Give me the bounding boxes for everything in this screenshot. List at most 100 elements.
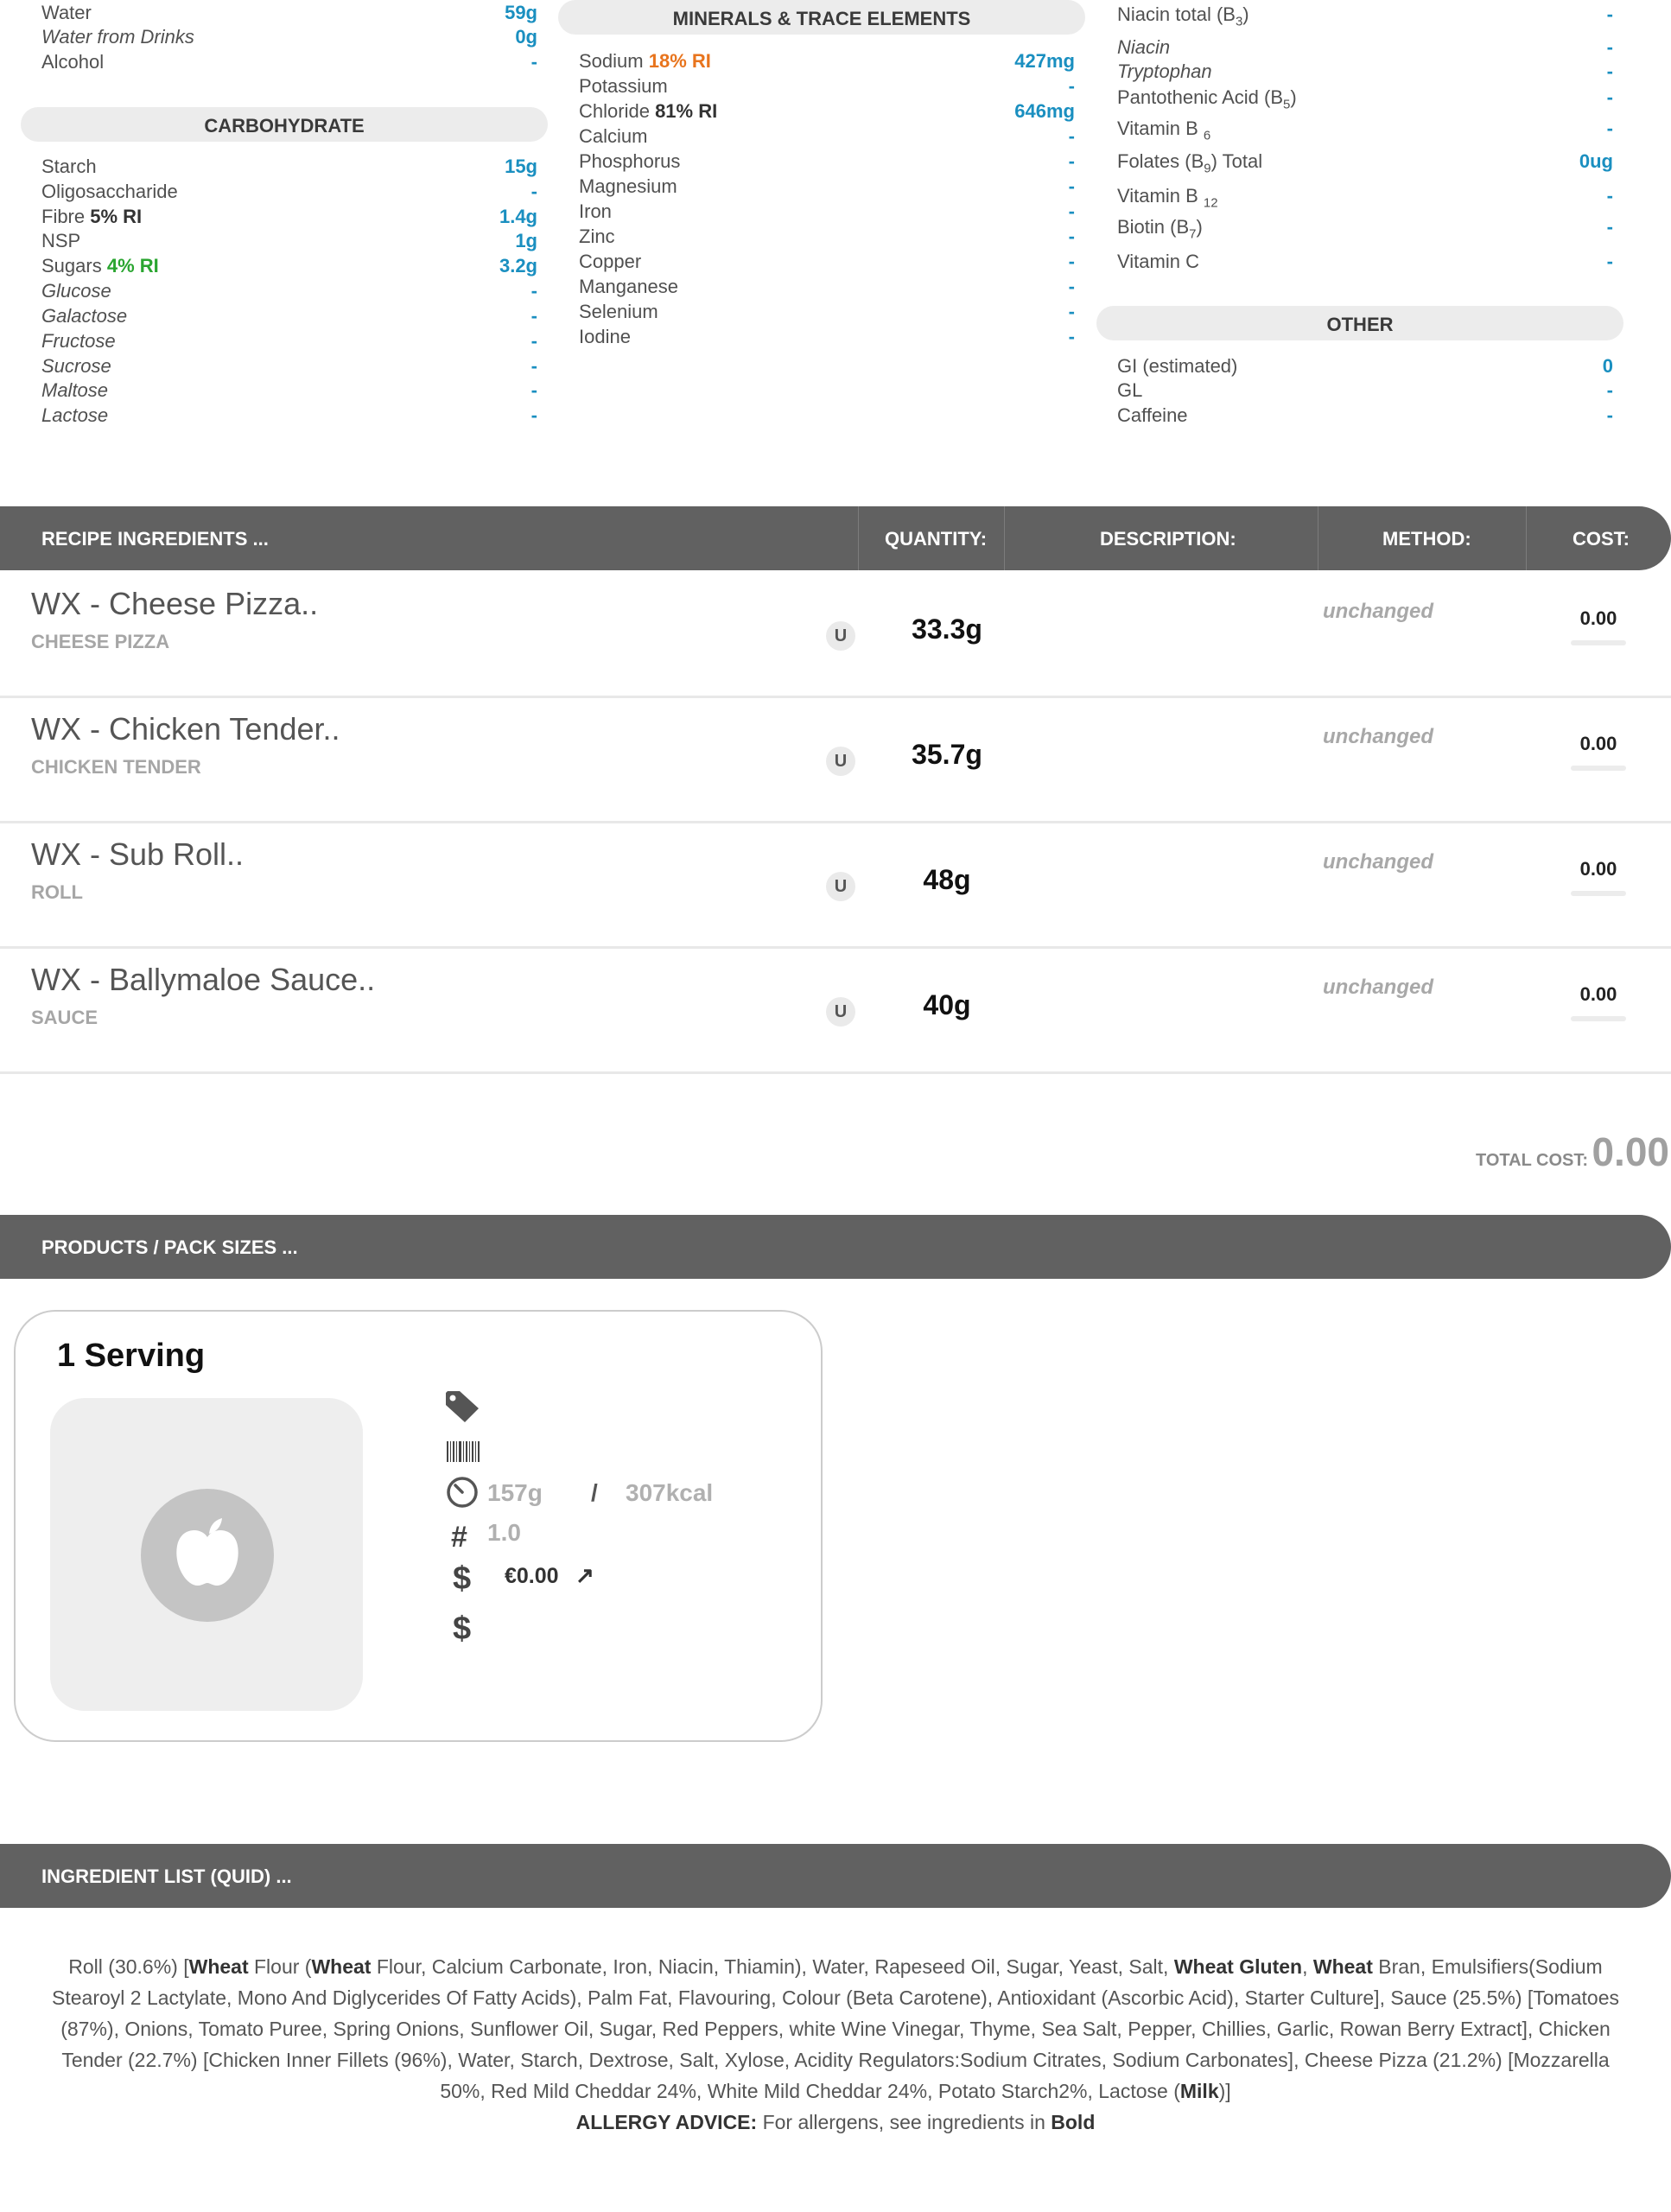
pack-price[interactable]: €0.00 [505, 1564, 559, 1589]
nutrient-label: Fibre [41, 206, 86, 227]
nutrient-name: Water [41, 0, 92, 25]
nutrient-name: Alcohol [41, 49, 104, 74]
nutrient-label-tail: ) [1196, 216, 1203, 238]
ingredient-title[interactable]: WX - Chicken Tender.. [31, 711, 340, 747]
unit-toggle-button[interactable]: U [826, 872, 855, 901]
ingredient-method[interactable]: unchanged [1323, 600, 1433, 624]
nutrient-row: Folates (B9) Total 0ug [1117, 149, 1613, 175]
nutrient-label: Vitamin B [1117, 185, 1204, 207]
nutrient-label: Sugars [41, 255, 102, 276]
total-cost: TOTAL COST: 0.00 [1476, 1128, 1669, 1175]
ingredient-row[interactable]: WX - Chicken Tender.. CHICKEN TENDER U 35.7… [0, 696, 1671, 823]
cost-input-underline [1571, 1016, 1626, 1021]
ingredient-title[interactable]: WX - Sub Roll.. [31, 836, 244, 873]
nutrient-value: - [531, 355, 537, 377]
nutrient-row: Sugars 4% RI 3.2g [41, 253, 537, 278]
nutrient-label: Alcohol [41, 51, 105, 73]
apple-icon [141, 1489, 274, 1622]
nutrient-row: GL - [1117, 378, 1613, 403]
nutrient-name: GL [1117, 378, 1142, 403]
nutrient-label: Magnesium [579, 175, 677, 197]
total-cost-value: 0.00 [1592, 1129, 1669, 1174]
allergen: Wheat [188, 1955, 249, 1978]
product-image-placeholder[interactable] [50, 1398, 363, 1711]
ingredient-row[interactable]: WX - Sub Roll.. ROLL U 48g unchanged 0.00 [0, 821, 1671, 949]
nutrient-subscript: 12 [1203, 195, 1218, 211]
ingredient-quantity[interactable]: 33.3g [895, 613, 999, 645]
nutrient-subscript: 6 [1203, 128, 1211, 143]
nutrient-name: Niacin [1117, 35, 1170, 60]
hash-icon: # [451, 1521, 467, 1554]
nutrient-name: Starch [41, 154, 97, 179]
nutrient-value: - [1606, 379, 1613, 401]
nutrient-name: Selenium [579, 299, 658, 324]
ingredient-title[interactable]: WX - Ballymaloe Sauce.. [31, 962, 375, 998]
unit-toggle-button[interactable]: U [826, 997, 855, 1027]
ingredient-method[interactable]: unchanged [1323, 976, 1433, 1000]
nutrient-name: Folates (B9) Total [1117, 149, 1262, 181]
cost-input-underline [1571, 640, 1626, 645]
pack-size-card[interactable]: 1 Serving 157g / 307kcal # 1.0 $ €0.00 ↗… [14, 1310, 823, 1742]
ingredient-row[interactable]: WX - Cheese Pizza.. CHEESE PIZZA U 33.3g unc… [0, 570, 1671, 698]
ingredient-method[interactable]: unchanged [1323, 850, 1433, 874]
ingredient-quantity[interactable]: 48g [895, 864, 999, 896]
weight-energy-separator: / [591, 1479, 598, 1506]
nutrient-row: Vitamin C - [1117, 249, 1613, 274]
nutrient-value: - [1606, 118, 1613, 139]
nutrient-name: Maltose [41, 378, 108, 403]
nutrient-row: Galactose - [41, 303, 537, 328]
nutrient-label: Caffeine [1117, 404, 1188, 426]
nutrient-label-tail: ) Total [1210, 150, 1263, 172]
ingredient-text: Flour, Calcium Carbonate, Iron, Niacin, … [371, 1955, 1174, 1978]
nutrient-name: Phosphorus [579, 149, 680, 174]
ingredient-cost[interactable]: 0.00 [1571, 983, 1626, 1006]
ingredient-title[interactable]: WX - Cheese Pizza.. [31, 586, 318, 622]
ingredient-cost[interactable]: 0.00 [1571, 733, 1626, 755]
ingredient-text: Flour ( [248, 1955, 312, 1978]
ingredient-text: , [1302, 1955, 1313, 1978]
nutrient-value: - [531, 330, 537, 352]
allergen: Milk [1179, 2080, 1219, 2102]
ingredient-text: )] [1218, 2080, 1231, 2102]
unit-toggle-button[interactable]: U [826, 621, 855, 651]
ingredient-row[interactable]: WX - Ballymaloe Sauce.. SAUCE U 40g unchange… [0, 946, 1671, 1074]
ingredient-quantity[interactable]: 40g [895, 989, 999, 1021]
ingredient-quantity[interactable]: 35.7g [895, 739, 999, 771]
nutrient-value: 15g [505, 156, 537, 177]
nutrient-name: Chloride 81% RI [579, 99, 717, 124]
nutrient-label: Tryptophan [1117, 60, 1212, 82]
nutrient-name: Vitamin C [1117, 249, 1199, 274]
other-header: OTHER [1096, 306, 1623, 340]
nutrient-label: Sucrose [41, 355, 111, 377]
nutrient-value: - [531, 305, 537, 327]
reference-intake-badge: 4% RI [106, 255, 159, 276]
nutrient-row: Pantothenic Acid (B5) - [1117, 85, 1613, 111]
reference-intake-badge: 81% RI [655, 100, 718, 122]
nutrient-row: Potassium - [579, 73, 1075, 99]
nutrient-name: Tryptophan [1117, 59, 1212, 84]
nutrient-label: Chloride [579, 100, 650, 122]
ingredient-cost[interactable]: 0.00 [1571, 858, 1626, 880]
nutrient-row: Calcium - [579, 124, 1075, 149]
ingredient-cost[interactable]: 0.00 [1571, 607, 1626, 630]
nutrient-row: Chloride 81% RI 646mg [579, 99, 1075, 124]
unit-toggle-button[interactable]: U [826, 747, 855, 776]
nutrient-row: Phosphorus - [579, 149, 1075, 174]
nutrient-row: Starch 15g [41, 154, 537, 179]
barcode-icon[interactable] [446, 1440, 480, 1468]
nutrient-label: NSP [41, 230, 81, 251]
nutrient-value: - [1068, 276, 1075, 297]
nutrient-value: - [1068, 200, 1075, 222]
reference-intake-badge: 18% RI [648, 50, 711, 72]
nutrient-name: NSP [41, 228, 80, 253]
price-tag-icon[interactable] [444, 1389, 482, 1428]
nutrient-row: Alcohol - [41, 49, 537, 74]
nutrient-row: Vitamin B 12 - [1117, 183, 1613, 211]
ingredient-method[interactable]: unchanged [1323, 725, 1433, 749]
recipe-ingredients-header-bar: RECIPE INGREDIENTS ... QUANTITY: DESCRIP… [0, 506, 1671, 570]
nutrient-name: Zinc [579, 224, 615, 249]
nutrient-row: Copper - [579, 249, 1075, 274]
allergen: Wheat Gluten [1173, 1955, 1303, 1978]
external-link-icon[interactable]: ↗ [575, 1562, 594, 1589]
nutrient-row: Iodine - [579, 324, 1075, 349]
